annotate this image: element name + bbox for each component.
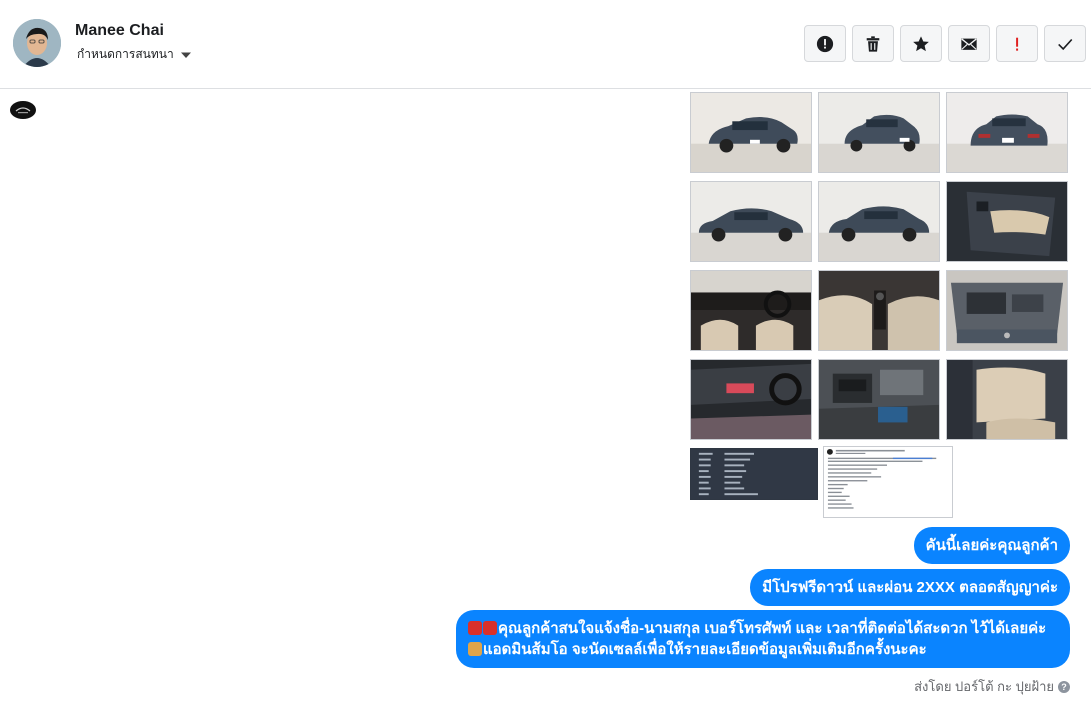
interior-photo[interactable] xyxy=(690,270,812,351)
alert-circle-icon xyxy=(816,35,834,52)
car-photo[interactable] xyxy=(690,181,812,262)
telephone-emoji-icon xyxy=(468,621,482,635)
post-screenshot[interactable] xyxy=(823,446,953,518)
interior-photo[interactable] xyxy=(690,359,812,440)
sent-by-info: ส่งโดย ปอร์โต้ กะ ปุยฝ้าย ? xyxy=(914,676,1070,697)
done-button[interactable] xyxy=(1044,25,1086,62)
car-photo[interactable] xyxy=(690,92,812,173)
delete-button[interactable] xyxy=(852,25,894,62)
message-text-line1: คุณลูกค้าสนใจแจ้งชื่อ-นามสกุล เบอร์โทรศั… xyxy=(498,620,1047,637)
message-text: มีโปรฟรีดาวน์ และผ่อน 2XXX ตลอดสัญญาค่ะ xyxy=(762,579,1058,596)
spec-sheet-screenshot[interactable] xyxy=(690,448,818,500)
people-emoji-icon xyxy=(468,642,482,656)
star-button[interactable] xyxy=(900,25,942,62)
assign-conversation-dropdown[interactable]: กำหนดการสนทนา xyxy=(77,45,192,64)
page-logo xyxy=(10,101,36,119)
avatar[interactable] xyxy=(13,19,61,67)
mark-spam-button[interactable] xyxy=(804,25,846,62)
interior-photo[interactable] xyxy=(946,181,1068,262)
message-text: คันนี้เลยค่ะคุณลูกค้า xyxy=(925,537,1058,554)
telephone-emoji-icon xyxy=(483,621,497,635)
message-bubble[interactable]: คันนี้เลยค่ะคุณลูกค้า xyxy=(913,527,1070,564)
envelope-icon xyxy=(961,38,977,50)
engine-photo[interactable] xyxy=(946,270,1068,351)
exclamation-icon xyxy=(1016,37,1019,51)
engine-photo[interactable] xyxy=(818,359,940,440)
sent-by-label: ส่งโดย ปอร์โต้ กะ ปุยฝ้าย xyxy=(914,679,1054,694)
message-text-line2: แอดมินส้มโอ จะนัดเซลล์เพื่อให้รายละเอียด… xyxy=(483,641,927,658)
message-bubble[interactable]: คุณลูกค้าสนใจแจ้งชื่อ-นามสกุล เบอร์โทรศั… xyxy=(456,610,1070,668)
interior-photo[interactable] xyxy=(818,270,940,351)
mark-unread-button[interactable] xyxy=(948,25,990,62)
contact-name[interactable]: Manee Chai xyxy=(75,22,164,40)
caret-down-icon xyxy=(180,52,191,58)
car-photo[interactable] xyxy=(818,92,940,173)
trash-icon xyxy=(866,35,880,52)
conversation-header: Manee Chai กำหนดการสนทนา xyxy=(0,0,1091,89)
message-bubble[interactable]: มีโปรฟรีดาวน์ และผ่อน 2XXX ตลอดสัญญาค่ะ xyxy=(750,569,1070,606)
car-photo[interactable] xyxy=(818,181,940,262)
car-photo[interactable] xyxy=(946,92,1068,173)
assign-conversation-label: กำหนดการสนทนา xyxy=(77,47,174,61)
priority-button[interactable] xyxy=(996,25,1038,62)
help-icon[interactable]: ? xyxy=(1058,680,1070,693)
check-icon xyxy=(1058,38,1073,50)
header-actions xyxy=(804,25,1086,62)
star-icon xyxy=(913,35,929,51)
interior-photo[interactable] xyxy=(946,359,1068,440)
